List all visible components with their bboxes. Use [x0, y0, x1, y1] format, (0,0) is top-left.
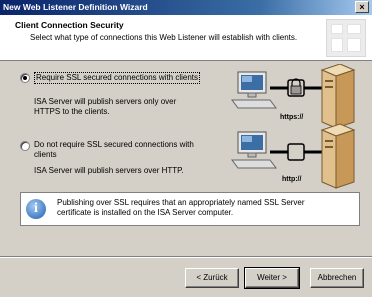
- option-require-ssl-description: ISA Server will publish servers only ove…: [34, 97, 176, 117]
- title-bar: New Web Listener Definition Wizard ×: [0, 0, 372, 15]
- info-text: Publishing over SSL requires that an app…: [57, 198, 357, 218]
- label-line: Do not require SSL secured connections w…: [34, 140, 194, 149]
- option-no-ssl-label[interactable]: Do not require SSL secured connections w…: [34, 140, 194, 160]
- back-button[interactable]: < Zurück: [185, 268, 239, 288]
- server-icon: [320, 123, 356, 189]
- http-label: http://: [282, 176, 301, 183]
- server-icon: [320, 64, 356, 129]
- description-line: ISA Server will publish servers only ove…: [34, 97, 177, 106]
- separator: [0, 256, 372, 258]
- wizard-header: Client Connection Security Select what t…: [0, 15, 372, 61]
- cancel-button[interactable]: Abbrechen: [310, 268, 364, 288]
- description-line: ISA Server will publish servers over HTT…: [34, 166, 184, 175]
- close-button[interactable]: ×: [355, 1, 369, 13]
- info-box: i Publishing over SSL requires that an a…: [20, 192, 360, 226]
- wizard-logo-icon: [326, 19, 366, 57]
- next-button[interactable]: Weiter >: [244, 267, 300, 289]
- description-line: HTTPS to the clients.: [34, 107, 110, 116]
- http-connection-diagram: http://: [231, 123, 356, 189]
- https-label: https://: [280, 114, 303, 121]
- radio-require-ssl[interactable]: [20, 73, 30, 83]
- radio-no-ssl[interactable]: [20, 141, 30, 151]
- info-line: certificate is installed on the ISA Serv…: [57, 208, 234, 217]
- label-line: clients: [34, 150, 57, 159]
- page-title: Client Connection Security: [15, 20, 124, 30]
- client-computer-icon: [231, 71, 277, 109]
- option-require-ssl-label[interactable]: Require SSL secured connections with cli…: [34, 72, 201, 84]
- open-connection-icon: [287, 143, 305, 161]
- option-no-ssl-description: ISA Server will publish servers over HTT…: [34, 166, 184, 176]
- padlock-icon: [287, 78, 305, 97]
- page-description: Select what type of connections this Web…: [30, 33, 298, 42]
- client-computer-icon: [231, 131, 277, 169]
- info-line: Publishing over SSL requires that an app…: [57, 198, 305, 207]
- option-no-ssl[interactable]: Do not require SSL secured connections w…: [20, 140, 194, 160]
- option-require-ssl[interactable]: Require SSL secured connections with cli…: [20, 72, 201, 84]
- info-icon: i: [26, 199, 46, 219]
- window-title: New Web Listener Definition Wizard: [3, 2, 148, 12]
